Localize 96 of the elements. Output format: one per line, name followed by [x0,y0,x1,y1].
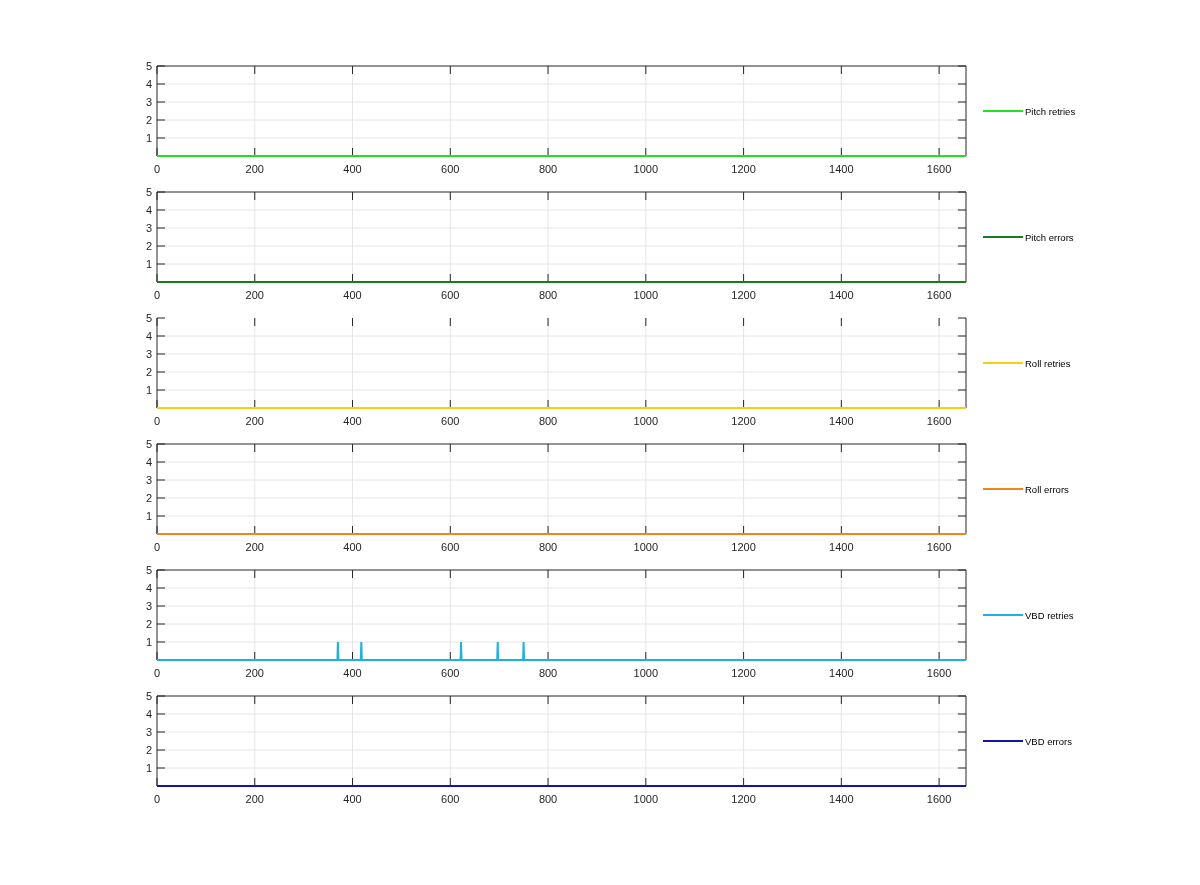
x-tick-label: 600 [441,793,460,805]
legend-line-icon [983,360,1023,366]
y-tick-label: 2 [145,744,152,756]
x-tick-label: 1000 [633,667,659,679]
legend-label: Pitch retries [1025,105,1076,117]
x-tick-label: 1400 [829,541,854,553]
x-tick-label: 1200 [731,793,756,805]
y-tick-label: 1 [145,384,152,396]
y-tick-label: 4 [145,582,152,594]
x-tick-label: 1200 [731,415,756,427]
y-tick-label: 5 [145,438,152,450]
legend-line-icon [983,486,1023,492]
y-tick-label: 3 [145,348,152,360]
y-tick-label: 5 [145,564,152,576]
legend-label: Pitch errors [1025,231,1074,243]
x-tick-label: 600 [441,289,460,301]
legend-label: Roll errors [1025,483,1069,495]
legend-label: VBD retries [1025,609,1074,621]
x-tick-label: 1600 [926,415,952,427]
x-tick-label: 200 [245,667,264,679]
x-tick-label: 1400 [829,163,854,175]
legend-label: Roll retries [1025,357,1071,369]
y-tick-label: 3 [145,222,152,234]
x-tick-label: 400 [343,667,362,679]
x-tick-label: 400 [343,415,362,427]
x-tick-label: 1200 [731,667,756,679]
y-tick-label: 1 [145,510,152,522]
x-tick-label: 800 [538,163,558,175]
y-tick-label: 1 [145,636,152,648]
x-tick-label: 400 [343,793,362,805]
x-tick-label: 0 [153,793,161,805]
x-tick-label: 400 [343,163,362,175]
y-tick-label: 2 [145,492,152,504]
y-tick-label: 1 [145,762,152,774]
y-tick-label: 4 [145,78,152,90]
x-tick-label: 600 [441,163,460,175]
y-tick-label: 4 [145,456,152,468]
y-tick-label: 2 [145,114,152,126]
legend-line-icon [983,738,1023,744]
x-tick-label: 0 [153,415,161,427]
x-tick-label: 400 [343,541,362,553]
y-tick-label: 2 [145,618,152,630]
x-tick-label: 1000 [633,289,659,301]
x-tick-label: 600 [441,667,460,679]
y-tick-label: 5 [145,312,152,324]
x-tick-label: 600 [441,541,460,553]
y-tick-label: 1 [145,258,152,270]
legend-line-icon [983,234,1023,240]
x-tick-label: 1400 [829,289,854,301]
y-tick-label: 5 [145,186,152,198]
legend-label: VBD errors [1025,735,1072,747]
x-tick-label: 800 [538,541,558,553]
x-tick-label: 0 [153,541,161,553]
y-tick-label: 5 [145,60,152,72]
x-tick-label: 1600 [926,163,952,175]
x-tick-label: 200 [245,415,264,427]
x-tick-label: 1400 [829,793,854,805]
y-tick-label: 4 [145,708,152,720]
y-tick-label: 3 [145,474,152,486]
y-tick-label: 3 [145,96,152,108]
x-tick-label: 200 [245,541,264,553]
y-tick-label: 2 [145,366,152,378]
legend-line-icon [983,612,1023,618]
x-tick-label: 1600 [926,793,952,805]
x-tick-label: 800 [538,793,558,805]
x-tick-label: 1200 [731,289,756,301]
x-tick-label: 0 [153,667,161,679]
y-tick-label: 3 [145,600,152,612]
y-tick-label: 3 [145,726,152,738]
y-tick-label: 1 [145,132,152,144]
x-tick-label: 800 [538,667,558,679]
x-tick-label: 1000 [633,793,659,805]
x-tick-label: 1200 [731,541,756,553]
x-tick-label: 1600 [926,667,952,679]
x-tick-label: 1000 [633,415,659,427]
x-tick-label: 200 [245,163,264,175]
x-tick-label: 1400 [829,415,854,427]
y-tick-label: 4 [145,204,152,216]
x-tick-label: 0 [153,289,161,301]
y-tick-label: 2 [145,240,152,252]
y-tick-label: 5 [145,690,152,702]
legend-line-icon [983,108,1023,114]
x-tick-label: 1000 [633,163,659,175]
x-tick-label: 1600 [926,541,952,553]
x-tick-label: 1600 [926,289,952,301]
x-tick-label: 1000 [633,541,659,553]
x-tick-label: 200 [245,289,264,301]
x-tick-label: 800 [538,415,558,427]
x-tick-label: 1400 [829,667,854,679]
x-tick-label: 800 [538,289,558,301]
x-tick-label: 200 [245,793,264,805]
y-tick-label: 4 [145,330,152,342]
x-tick-label: 400 [343,289,362,301]
x-tick-label: 0 [153,163,161,175]
x-tick-label: 600 [441,415,460,427]
x-tick-label: 1200 [731,163,756,175]
